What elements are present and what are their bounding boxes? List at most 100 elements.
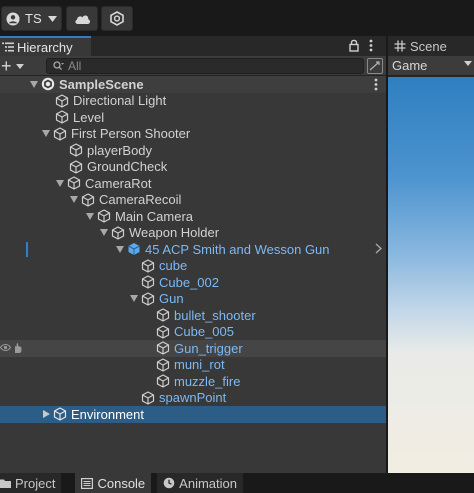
tree-row-45-acp-gun[interactable]: 45 ACP Smith and Wesson Gun xyxy=(0,241,386,258)
scene-options-icon[interactable] xyxy=(374,78,378,91)
item-label: muzzle_fire xyxy=(174,373,241,389)
search-icon xyxy=(53,61,64,71)
item-label: muni_rot xyxy=(174,357,225,373)
tree-row-first-person-shooter[interactable]: First Person Shooter xyxy=(0,126,386,143)
item-label: Main Camera xyxy=(115,208,194,224)
gameobject-icon xyxy=(96,209,112,223)
tree-row-camerarot[interactable]: CameraRot xyxy=(0,175,386,192)
tree-row-environment[interactable]: Environment xyxy=(0,406,386,423)
collab-button[interactable] xyxy=(101,6,133,31)
gameobject-icon xyxy=(155,374,171,388)
tree-row-gun-trigger[interactable]: Gun_trigger xyxy=(0,340,386,357)
pick-hand-icon[interactable] xyxy=(12,342,24,354)
tab-scene[interactable]: Scene xyxy=(388,36,474,56)
tree-row-main-camera[interactable]: Main Camera xyxy=(0,208,386,225)
item-label: Environment xyxy=(71,406,144,422)
tab-hierarchy[interactable]: Hierarchy xyxy=(0,36,91,56)
expand-arrow-icon[interactable] xyxy=(40,410,52,419)
search-input[interactable] xyxy=(68,59,348,73)
tree-row-scene[interactable]: SampleScene xyxy=(0,76,386,93)
expand-arrow-icon[interactable] xyxy=(98,229,110,237)
grid-icon xyxy=(394,40,406,52)
item-label: spawnPoint xyxy=(159,390,227,406)
tree-row-cube-002[interactable]: Cube_002 xyxy=(0,274,386,291)
gameobject-icon xyxy=(54,94,70,108)
game-label: Game xyxy=(392,58,428,73)
tree-row-groundcheck[interactable]: GroundCheck xyxy=(0,159,386,176)
tree-row-cube-005[interactable]: Cube_005 xyxy=(0,324,386,341)
gameobject-icon xyxy=(52,407,68,421)
prefab-icon xyxy=(126,242,142,256)
prefab-override-marker xyxy=(26,242,28,257)
chevron-right-icon[interactable] xyxy=(375,243,382,254)
expand-arrow-icon[interactable] xyxy=(114,245,126,253)
scene-tab-label: Scene xyxy=(410,38,447,54)
expand-arrow-icon[interactable] xyxy=(68,196,80,204)
tree-row-gun[interactable]: Gun xyxy=(0,291,386,308)
gameobject-icon xyxy=(140,275,156,289)
hierarchy-search[interactable] xyxy=(46,58,364,74)
more-options-icon[interactable] xyxy=(369,39,373,52)
animation-tab-label: Animation xyxy=(179,475,237,491)
tab-animation[interactable]: Animation xyxy=(157,473,243,493)
scene-filter-button[interactable] xyxy=(367,58,383,74)
game-view-dropdown[interactable]: Game xyxy=(388,56,474,76)
console-icon xyxy=(81,477,94,489)
tree-row-directional-light[interactable]: Directional Light xyxy=(0,93,386,110)
unity-scene-icon xyxy=(40,77,56,91)
item-label: Directional Light xyxy=(73,93,167,109)
gameobject-icon xyxy=(110,226,126,240)
filter-icon xyxy=(369,61,380,71)
item-label: Gun xyxy=(159,291,184,307)
bottom-tab-bar: Project Console Animation xyxy=(0,473,474,493)
eye-icon[interactable] xyxy=(0,342,11,353)
hierarchy-tree: SampleScene Directional Light Level Firs… xyxy=(0,76,386,473)
gameobject-icon xyxy=(80,193,96,207)
chevron-down-icon xyxy=(464,61,472,66)
item-label: CameraRot xyxy=(85,175,152,191)
gameobject-icon xyxy=(66,176,82,190)
hierarchy-window: Hierarchy + All SampleScene Directional … xyxy=(0,36,386,473)
gameobject-icon xyxy=(140,292,156,306)
expand-arrow-icon[interactable] xyxy=(128,295,140,303)
tree-row-muzzle-fire[interactable]: muzzle_fire xyxy=(0,373,386,390)
expand-arrow-icon[interactable] xyxy=(40,130,52,138)
gameobject-icon xyxy=(155,308,171,322)
expand-arrow-icon[interactable] xyxy=(84,212,96,220)
project-tab-label: Project xyxy=(15,475,56,491)
gameobject-icon xyxy=(140,259,156,273)
gameobject-icon xyxy=(155,341,171,355)
hierarchy-tab-bar: Hierarchy xyxy=(0,36,386,56)
account-dropdown[interactable]: TS xyxy=(1,6,62,31)
gameobject-icon xyxy=(68,160,84,174)
expand-arrow-icon[interactable] xyxy=(54,179,66,187)
lock-icon[interactable] xyxy=(349,39,359,52)
gameobject-icon xyxy=(68,143,84,157)
animation-clock-icon xyxy=(163,477,175,489)
expand-arrow-icon[interactable] xyxy=(28,80,40,88)
hierarchy-tab-label: Hierarchy xyxy=(17,39,73,55)
account-label: TS xyxy=(25,11,42,26)
tree-row-weapon-holder[interactable]: Weapon Holder xyxy=(0,225,386,242)
tree-row-level[interactable]: Level xyxy=(0,109,386,126)
scene-window: Scene Game xyxy=(388,36,474,473)
tree-row-spawnpoint[interactable]: spawnPoint xyxy=(0,390,386,407)
list-icon xyxy=(2,42,14,52)
tree-row-camerarecoil[interactable]: CameraRecoil xyxy=(0,192,386,209)
item-label: Cube_005 xyxy=(174,324,234,340)
scene-name: SampleScene xyxy=(59,76,144,92)
gameobject-icon xyxy=(54,110,70,124)
add-object-button[interactable]: + xyxy=(0,57,28,75)
tree-row-muni-rot[interactable]: muni_rot xyxy=(0,357,386,374)
chevron-down-icon xyxy=(15,63,24,69)
cloud-button[interactable] xyxy=(66,6,98,31)
tab-console[interactable]: Console xyxy=(75,473,152,493)
gameobject-icon xyxy=(52,127,68,141)
tree-row-cube[interactable]: cube xyxy=(0,258,386,275)
game-viewport[interactable] xyxy=(388,77,474,473)
tab-project[interactable]: Project xyxy=(0,473,62,493)
tree-row-playerbody[interactable]: playerBody xyxy=(0,142,386,159)
tree-row-bullet-shooter[interactable]: bullet_shooter xyxy=(0,307,386,324)
gameobject-icon xyxy=(155,358,171,372)
gameobject-icon xyxy=(140,391,156,405)
